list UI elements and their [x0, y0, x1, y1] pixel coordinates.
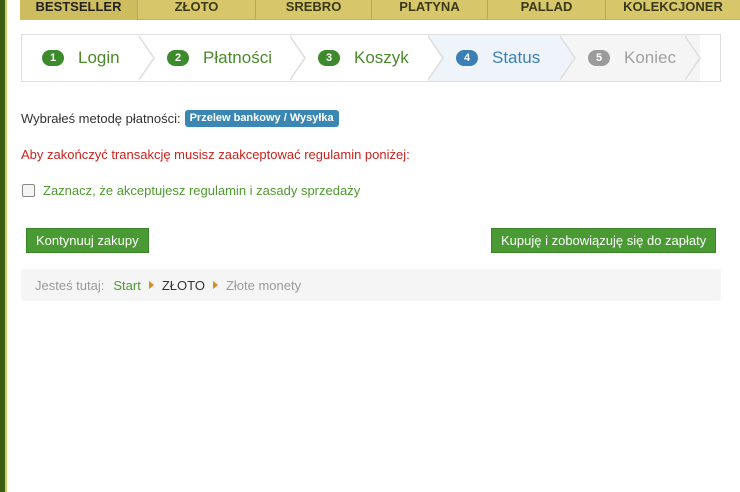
continue-shopping-button[interactable]: Kontynuuj zakupy — [26, 228, 149, 253]
nav-item-zloto[interactable]: ZŁOTO — [138, 0, 256, 20]
breadcrumb-arrow-icon — [212, 281, 218, 289]
nav-item-platyna[interactable]: PLATYNA — [372, 0, 488, 20]
step-arrow-icon — [289, 35, 306, 81]
top-category-nav: BESTSELLER ZŁOTO SREBRO PLATYNA PALLAD K… — [20, 0, 740, 20]
nav-item-kolekcjoner[interactable]: KOLEKCJONER — [606, 0, 740, 20]
step-arrow-icon — [427, 35, 444, 81]
payment-method-label: Wybrałeś metodę płatności: — [21, 111, 181, 126]
step-label: Koniec — [624, 48, 676, 67]
step-number-badge: 2 — [167, 50, 189, 66]
nav-item-bestseller[interactable]: BESTSELLER — [20, 0, 138, 20]
breadcrumb-item-current: Złote monety — [225, 277, 302, 293]
step-number-badge: 5 — [588, 50, 610, 66]
step-label: Płatności — [203, 48, 272, 67]
step-koniec: 5 Koniec — [560, 35, 701, 81]
nav-item-srebro[interactable]: SREBRO — [256, 0, 372, 20]
step-status: 4 Status — [428, 35, 576, 81]
step-platnosci[interactable]: 2 Płatności — [139, 35, 306, 81]
step-number-badge: 3 — [318, 50, 340, 66]
left-side-bar — [0, 0, 7, 492]
checkout-steps: 1 Login 2 Płatności 3 Koszyk 4 Status 5 … — [21, 34, 721, 82]
breadcrumb-item-start[interactable]: Start — [113, 278, 140, 293]
step-label: Koszyk — [354, 48, 409, 67]
step-arrow-icon — [559, 35, 576, 81]
terms-checkbox-label[interactable]: Zaznacz, że akceptujesz regulamin i zasa… — [43, 183, 360, 198]
step-arrow-icon — [138, 35, 155, 81]
breadcrumb: Jesteś tutaj: Start ZŁOTO Złote monety — [21, 269, 721, 301]
step-label: Login — [78, 48, 120, 67]
step-number-badge: 4 — [456, 50, 478, 66]
terms-checkbox[interactable] — [22, 184, 35, 197]
payment-method-badge: Przelew bankowy / Wysyłka — [184, 110, 339, 127]
payment-method-line: Wybrałeś metodę płatności: Przelew banko… — [21, 110, 339, 127]
terms-warning-text: Aby zakończyć transakcję musisz zaakcept… — [21, 147, 410, 162]
breadcrumb-item-zloto[interactable]: ZŁOTO — [162, 278, 205, 293]
step-label: Status — [492, 48, 541, 67]
breadcrumb-arrow-icon — [148, 281, 154, 289]
step-koszyk[interactable]: 3 Koszyk — [290, 35, 444, 81]
nav-item-pallad[interactable]: PALLAD — [488, 0, 606, 20]
breadcrumb-prefix: Jesteś tutaj: — [35, 277, 105, 293]
buy-and-pay-button[interactable]: Kupuję i zobowiązuję się do zapłaty — [491, 228, 717, 253]
terms-accept-row[interactable]: Zaznacz, że akceptujesz regulamin i zasa… — [22, 183, 360, 198]
step-login[interactable]: 1 Login — [22, 35, 155, 81]
step-number-badge: 1 — [42, 50, 64, 66]
step-arrow-icon — [684, 35, 701, 81]
